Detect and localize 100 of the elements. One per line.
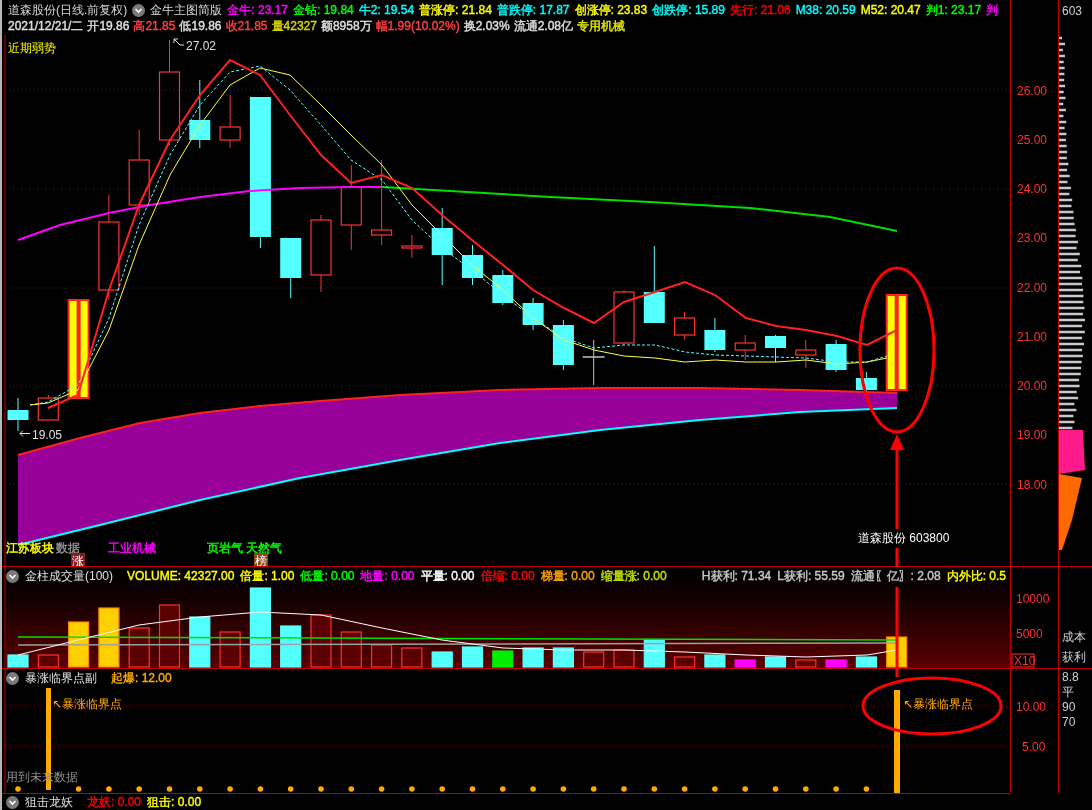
chevron-down-icon[interactable] <box>132 4 146 17</box>
signal-point <box>287 786 294 792</box>
chip-bar <box>1059 162 1069 166</box>
signal-point <box>106 786 112 792</box>
volume-bar <box>795 659 817 668</box>
quote-value: 专用机械 <box>577 19 626 34</box>
indicator-value: 梯量: 0.00 <box>540 569 595 584</box>
falling-candle <box>280 237 302 299</box>
chevron-down-icon[interactable] <box>6 570 19 583</box>
signal-point <box>75 786 82 792</box>
volume-bar <box>280 625 302 668</box>
chip-bar <box>1059 366 1082 370</box>
axis-label: 20.00 <box>1017 379 1048 393</box>
panel-title[interactable]: 暴涨临界点副 <box>25 671 97 686</box>
side-label: 平 <box>1062 685 1075 700</box>
chip-bar <box>1059 228 1076 232</box>
chip-bar <box>1059 168 1068 172</box>
axis-label: 10000 <box>1016 591 1050 606</box>
signal-point <box>257 786 264 792</box>
volume-bar <box>522 647 544 668</box>
quote-value: 低19.86 <box>179 19 222 34</box>
sector-tag[interactable]: 数据 <box>56 541 80 555</box>
indicator-name[interactable]: 金牛主图简版 <box>150 3 223 18</box>
axis-label: 25.00 <box>1017 132 1048 147</box>
side-label: 成本 <box>1062 629 1087 646</box>
axis-label: 10.00 <box>1016 699 1047 714</box>
volume-bar <box>401 647 423 668</box>
falling-candle <box>704 317 726 353</box>
volume-bar <box>219 631 241 668</box>
quote-value: 量42327 <box>271 19 317 34</box>
chip-bar <box>1059 264 1082 268</box>
chip-bar <box>1059 42 1066 46</box>
signal-point <box>681 786 688 792</box>
signal-point <box>803 786 809 792</box>
quote-value: 额8958万 <box>320 19 372 34</box>
quote-value: 流通2.08亿 <box>513 19 574 34</box>
indicator-value: 流通〖亿〗: 2.08 <box>850 569 941 584</box>
sector-tag[interactable]: 江苏板块 <box>6 541 54 555</box>
chip-bar <box>1059 342 1085 346</box>
indicator-value: 判1: 23.17 <box>925 3 982 18</box>
indicator-value: 牛2: 19.54 <box>358 3 415 18</box>
chip-bar <box>1059 132 1067 136</box>
indicator-value: 缩量涨: 0.00 <box>600 569 667 584</box>
volume-bar <box>189 616 211 668</box>
indicator-value: 龙妖: 0.00 <box>87 794 142 810</box>
chip-bar <box>1059 420 1075 424</box>
chip-bar <box>1059 300 1084 304</box>
quote-value: 高21.85 <box>133 19 176 34</box>
chip-bar <box>1059 276 1083 280</box>
rising-candle <box>37 394 59 421</box>
volume-bar <box>158 604 181 668</box>
signal-label: 近期弱势 <box>8 41 56 55</box>
low-price-label: 19.05 <box>32 428 63 442</box>
sector-tag[interactable]: 页岩气 天然气 <box>207 541 283 555</box>
chip-bar <box>1059 114 1064 118</box>
indicator-value: 平量: 0.00 <box>420 569 475 584</box>
volume-bar <box>764 656 787 668</box>
chip-bar <box>1059 426 1073 430</box>
rising-candle <box>219 94 241 149</box>
stock-label: 道森股份 603800 <box>858 531 950 545</box>
chip-bar <box>1059 288 1084 292</box>
signal-point <box>166 786 173 792</box>
panel-title[interactable]: 狙击龙妖 <box>25 794 73 810</box>
leader-arrow <box>19 430 31 437</box>
volume-bar <box>734 659 756 668</box>
volume-bar <box>492 650 514 668</box>
signal-marker-label: ↖暴涨临界点 <box>52 697 123 711</box>
falling-candle <box>522 297 544 331</box>
volume-bar <box>583 651 605 668</box>
chip-bar <box>1059 306 1085 310</box>
chevron-down-icon[interactable] <box>6 795 19 809</box>
signal-point <box>590 786 597 792</box>
chip-bar <box>1059 330 1085 334</box>
chip-bar <box>1059 390 1077 394</box>
chevron-down-icon[interactable] <box>6 672 19 685</box>
chip-bar <box>1059 84 1065 88</box>
signal-point <box>378 786 385 792</box>
signal-point <box>15 786 21 792</box>
signal-point <box>772 786 779 792</box>
signal-point <box>348 786 355 792</box>
chip-bar <box>1059 282 1082 286</box>
chip-bar <box>1059 348 1083 352</box>
indicator-value: 倍缩: 0.00 <box>480 569 535 584</box>
signal-point <box>500 786 506 792</box>
chip-bar <box>1059 156 1067 160</box>
chip-bar <box>1059 210 1074 214</box>
axis-label: 5.00 <box>1022 739 1046 754</box>
signal-point <box>227 786 233 792</box>
indicator-value: 普涨停: 21.84 <box>419 3 492 18</box>
rising-candle <box>795 339 817 369</box>
signal-point <box>560 786 567 792</box>
sector-tag[interactable]: 工业机械 <box>108 541 156 555</box>
signal-point <box>197 786 203 792</box>
rising-candle <box>613 289 635 346</box>
signal-point <box>530 786 536 792</box>
signal-point <box>863 786 870 792</box>
chip-bar <box>1059 78 1065 82</box>
panel-title[interactable]: 金柱成交量(100) <box>25 569 113 584</box>
rising-candle <box>401 234 423 259</box>
axis-label: 26.00 <box>1017 83 1048 98</box>
